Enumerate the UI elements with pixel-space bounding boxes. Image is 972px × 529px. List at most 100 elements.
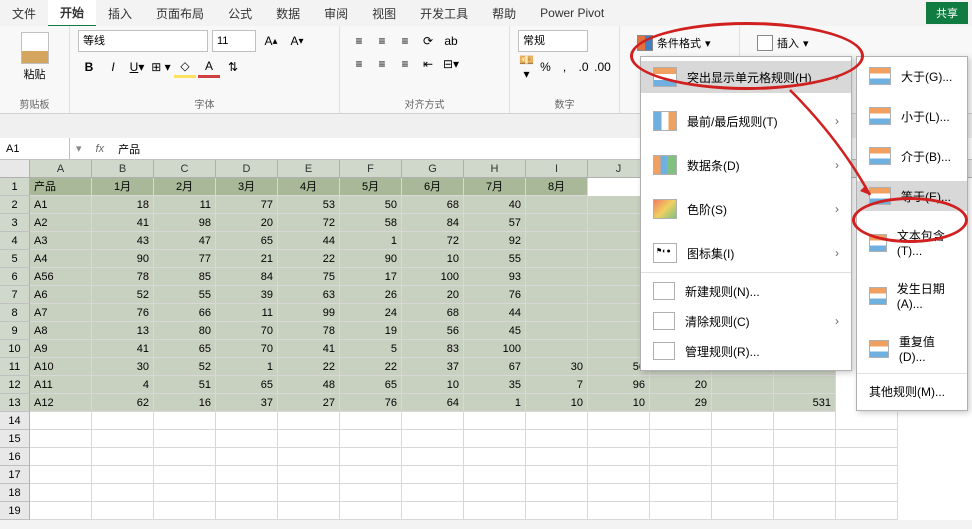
cell[interactable] (836, 466, 898, 484)
cell[interactable] (464, 484, 526, 502)
cell[interactable] (340, 484, 402, 502)
cell[interactable] (154, 484, 216, 502)
cell[interactable] (278, 412, 340, 430)
row-header[interactable]: 8 (0, 304, 30, 322)
cell[interactable] (774, 412, 836, 430)
cell[interactable]: 58 (340, 214, 402, 232)
cell[interactable] (526, 286, 588, 304)
menu-equal[interactable]: 等于(E)... (857, 181, 967, 211)
font-size-select[interactable]: 11 (212, 30, 256, 52)
cell[interactable]: 66 (154, 304, 216, 322)
cell[interactable]: 20 (402, 286, 464, 304)
cell[interactable]: 62 (92, 394, 154, 412)
cell[interactable]: 41 (278, 340, 340, 358)
cell[interactable]: 64 (402, 394, 464, 412)
col-header[interactable]: C (154, 160, 216, 177)
cell[interactable]: 5月 (340, 178, 402, 196)
cell[interactable] (712, 502, 774, 520)
cell[interactable] (712, 394, 774, 412)
cell[interactable] (402, 502, 464, 520)
cell[interactable]: 7 (526, 376, 588, 394)
cell[interactable]: 80 (154, 322, 216, 340)
row-header[interactable]: 14 (0, 412, 30, 430)
tab-powerpivot[interactable]: Power Pivot (528, 2, 616, 24)
cell[interactable] (340, 502, 402, 520)
cell[interactable]: 96 (588, 376, 650, 394)
cell[interactable]: 83 (402, 340, 464, 358)
cell[interactable]: 3月 (216, 178, 278, 196)
cell[interactable] (216, 448, 278, 466)
cell[interactable]: 22 (278, 250, 340, 268)
cell[interactable] (464, 466, 526, 484)
cell[interactable] (526, 196, 588, 214)
cell[interactable]: 84 (216, 268, 278, 286)
cell[interactable]: 65 (216, 376, 278, 394)
cell[interactable] (526, 304, 588, 322)
cell[interactable]: 52 (92, 286, 154, 304)
cell[interactable] (650, 412, 712, 430)
cell[interactable]: 56 (402, 322, 464, 340)
select-all-corner[interactable] (0, 160, 30, 177)
menu-less[interactable]: 小于(L)... (857, 101, 967, 131)
cell[interactable] (712, 430, 774, 448)
row-header[interactable]: 11 (0, 358, 30, 376)
align-bot[interactable]: ≡ (394, 30, 416, 52)
cell[interactable] (774, 430, 836, 448)
percent-button[interactable]: % (537, 56, 554, 78)
cell[interactable]: 75 (278, 268, 340, 286)
cell[interactable] (836, 502, 898, 520)
row-header[interactable]: 10 (0, 340, 30, 358)
phonetic-button[interactable]: ⇅ (222, 56, 244, 78)
decrease-font-button[interactable]: A▾ (286, 30, 308, 52)
cell[interactable]: 70 (216, 340, 278, 358)
cell[interactable]: A12 (30, 394, 92, 412)
align-right[interactable]: ≡ (394, 53, 416, 75)
cell[interactable]: 90 (340, 250, 402, 268)
cell[interactable] (526, 214, 588, 232)
col-header[interactable]: I (526, 160, 588, 177)
cell[interactable] (464, 502, 526, 520)
align-mid[interactable]: ≡ (371, 30, 393, 52)
conditional-format-button[interactable]: 条件格式▾ (628, 30, 731, 56)
cell[interactable]: 84 (402, 214, 464, 232)
menu-databars[interactable]: 数据条(D)› (641, 149, 851, 181)
cell[interactable]: 55 (154, 286, 216, 304)
cell[interactable]: 20 (216, 214, 278, 232)
row-header[interactable]: 16 (0, 448, 30, 466)
menu-date[interactable]: 发生日期(A)... (857, 274, 967, 317)
cell[interactable]: 531 (774, 394, 836, 412)
cell[interactable] (588, 466, 650, 484)
cell[interactable]: 51 (154, 376, 216, 394)
cell[interactable]: 17 (340, 268, 402, 286)
cell[interactable] (774, 502, 836, 520)
col-header[interactable]: D (216, 160, 278, 177)
col-header[interactable]: F (340, 160, 402, 177)
merge[interactable]: ⊟▾ (440, 53, 462, 75)
tab-layout[interactable]: 页面布局 (144, 1, 216, 26)
tab-help[interactable]: 帮助 (480, 1, 528, 26)
cell[interactable] (526, 250, 588, 268)
row-header[interactable]: 17 (0, 466, 30, 484)
cell[interactable] (588, 448, 650, 466)
cell[interactable] (526, 466, 588, 484)
cell[interactable] (154, 466, 216, 484)
currency-button[interactable]: 💴▾ (518, 56, 535, 78)
cell[interactable] (650, 484, 712, 502)
cell[interactable]: 6月 (402, 178, 464, 196)
cell[interactable] (588, 484, 650, 502)
cell[interactable]: 29 (650, 394, 712, 412)
cell[interactable]: 26 (340, 286, 402, 304)
paste-button[interactable]: 粘贴 (8, 30, 61, 84)
menu-duplicate[interactable]: 重复值(D)... (857, 327, 967, 370)
cell[interactable]: 40 (464, 196, 526, 214)
row-header[interactable]: 1 (0, 178, 30, 196)
cell[interactable]: 52 (154, 358, 216, 376)
underline-button[interactable]: U ▾ (126, 56, 148, 78)
row-header[interactable]: 12 (0, 376, 30, 394)
cell[interactable]: 30 (526, 358, 588, 376)
cell[interactable] (464, 448, 526, 466)
cell[interactable]: 70 (216, 322, 278, 340)
row-header[interactable]: 4 (0, 232, 30, 250)
cell[interactable] (92, 466, 154, 484)
cell[interactable]: 5 (340, 340, 402, 358)
